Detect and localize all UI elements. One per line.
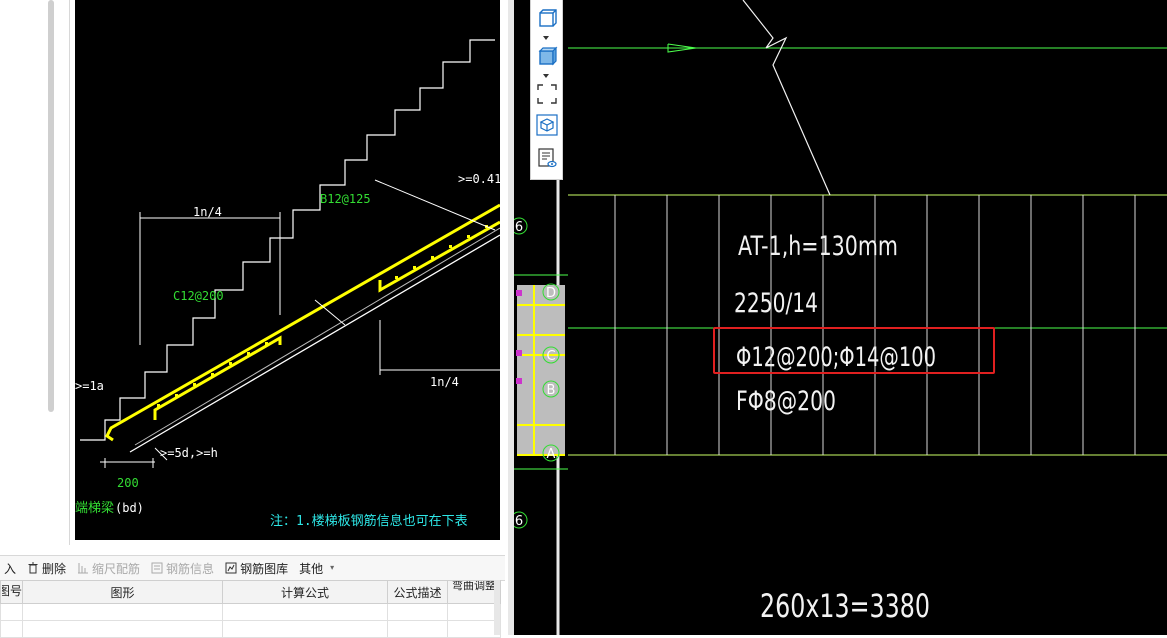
- table-row[interactable]: [0, 603, 501, 621]
- cube-solid-icon: [538, 46, 558, 66]
- scale-rebar-label: 缩尺配筋: [92, 561, 141, 576]
- chevron-down-icon[interactable]: [543, 36, 549, 40]
- other-menu-button[interactable]: 其他 ▾: [295, 556, 345, 580]
- soffit-line-inner: [134, 227, 500, 446]
- rebar-library-label: 钢筋图库: [240, 561, 289, 576]
- chevron-down-icon[interactable]: [543, 74, 549, 78]
- dim-200-label: 200: [117, 476, 139, 490]
- axis-marker: C: [546, 349, 555, 364]
- axis-marker: 6: [515, 220, 523, 235]
- delete-button[interactable]: 删除: [23, 556, 73, 580]
- dimension-lines: [100, 179, 500, 468]
- 3d-box-icon: [536, 114, 558, 136]
- trash-icon: [27, 562, 39, 574]
- left-panel: [0, 0, 70, 545]
- stair-detail-drawing: >=0.41 B12@125 1n/4 C12@200 1n/4 >=1a >=…: [75, 39, 500, 529]
- col-header-formula[interactable]: 计算公式: [222, 580, 388, 604]
- rebar-info-button[interactable]: 钢筋信息: [147, 556, 221, 580]
- view-cube-button[interactable]: [535, 6, 559, 30]
- beam-label: 端梯梁: [75, 501, 114, 516]
- beam-suffix-label: (bd): [115, 501, 144, 515]
- view-toolbar: [530, 0, 563, 180]
- delete-label: 删除: [42, 561, 67, 576]
- break-line: [742, 0, 831, 196]
- rebar-toolbar: 入 删除 缩尺配筋 钢筋信息 钢筋图库 其他 ▾: [0, 555, 505, 581]
- fullscreen-icon: [537, 84, 557, 104]
- table-header-row: 图号 图形 计算公式 公式描述 弯曲调整: [0, 580, 501, 604]
- highlight-annotation: [713, 327, 995, 374]
- la-label: >=1a: [75, 379, 104, 393]
- document-eye-icon: [538, 148, 557, 168]
- note-label: 注：1.楼梯板钢筋信息也可在下表: [270, 513, 468, 529]
- rebar-info-icon: [151, 562, 163, 574]
- col-header-figure-no[interactable]: 图号: [0, 580, 23, 604]
- chevron-down-icon: ▾: [330, 563, 335, 572]
- ln4-bottom-label: 1n/4: [430, 375, 459, 389]
- mid-rebar-label: C12@200: [173, 289, 224, 303]
- view-solid-button[interactable]: [535, 44, 559, 68]
- anchor-label: >=5d,>=h: [160, 446, 218, 460]
- col-header-formula-desc[interactable]: 公式描述: [387, 580, 448, 604]
- stair-title-label[interactable]: AT-1,h=130mm: [738, 231, 898, 262]
- soffit-line: [129, 234, 500, 453]
- ln4-top-label: 1n/4: [193, 205, 222, 219]
- axis-marker: D: [546, 286, 556, 301]
- top-rebar-upper: [378, 220, 500, 293]
- axis-marker: A: [547, 447, 556, 462]
- stair-plan-drawing: AT-1,h=130mm 2250/14 Φ12@200;Φ14@100 FΦ8…: [568, 0, 1167, 625]
- rebar-library-button[interactable]: 钢筋图库: [221, 556, 295, 580]
- other-menu-label: 其他: [299, 561, 324, 576]
- col-header-shape[interactable]: 图形: [22, 580, 223, 604]
- axis-marker: B: [547, 383, 556, 398]
- insert-button[interactable]: 入: [0, 556, 23, 580]
- 3d-view-button[interactable]: [535, 113, 559, 137]
- col-header-bend-adjust[interactable]: 弯曲调整: [447, 580, 501, 604]
- main-drawing-canvas[interactable]: AT-1,h=130mm 2250/14 Φ12@200;Φ14@100 FΦ8…: [568, 0, 1167, 635]
- rebar-info-label: 钢筋信息: [166, 561, 215, 576]
- left-panel-scrollbar[interactable]: [48, 0, 54, 412]
- stair-detail-canvas[interactable]: >=0.41 B12@125 1n/4 C12@200 1n/4 >=1a >=…: [75, 0, 500, 540]
- fullscreen-button[interactable]: [535, 82, 559, 106]
- top-rebar-lower: [153, 335, 282, 420]
- table-scrollbar[interactable]: [494, 580, 500, 635]
- scale-rebar-button[interactable]: 缩尺配筋: [73, 556, 147, 580]
- top-rebar-label: B12@125: [320, 192, 371, 206]
- scale-rebar-icon: [77, 562, 89, 574]
- ratio-label: >=0.41: [458, 172, 500, 186]
- rebar-table: 图号 图形 计算公式 公式描述 弯曲调整: [0, 580, 501, 638]
- rebar-library-icon: [225, 562, 237, 574]
- stair-span-label[interactable]: 2250/14: [734, 288, 818, 319]
- distribution-rebar-label[interactable]: FΦ8@200: [736, 386, 836, 417]
- cube-outline-icon: [539, 9, 557, 27]
- dimension-label[interactable]: 260x13=3380: [760, 587, 930, 625]
- insert-label: 入: [4, 561, 17, 576]
- axis-marker: 6: [515, 514, 523, 529]
- properties-button[interactable]: [535, 146, 559, 170]
